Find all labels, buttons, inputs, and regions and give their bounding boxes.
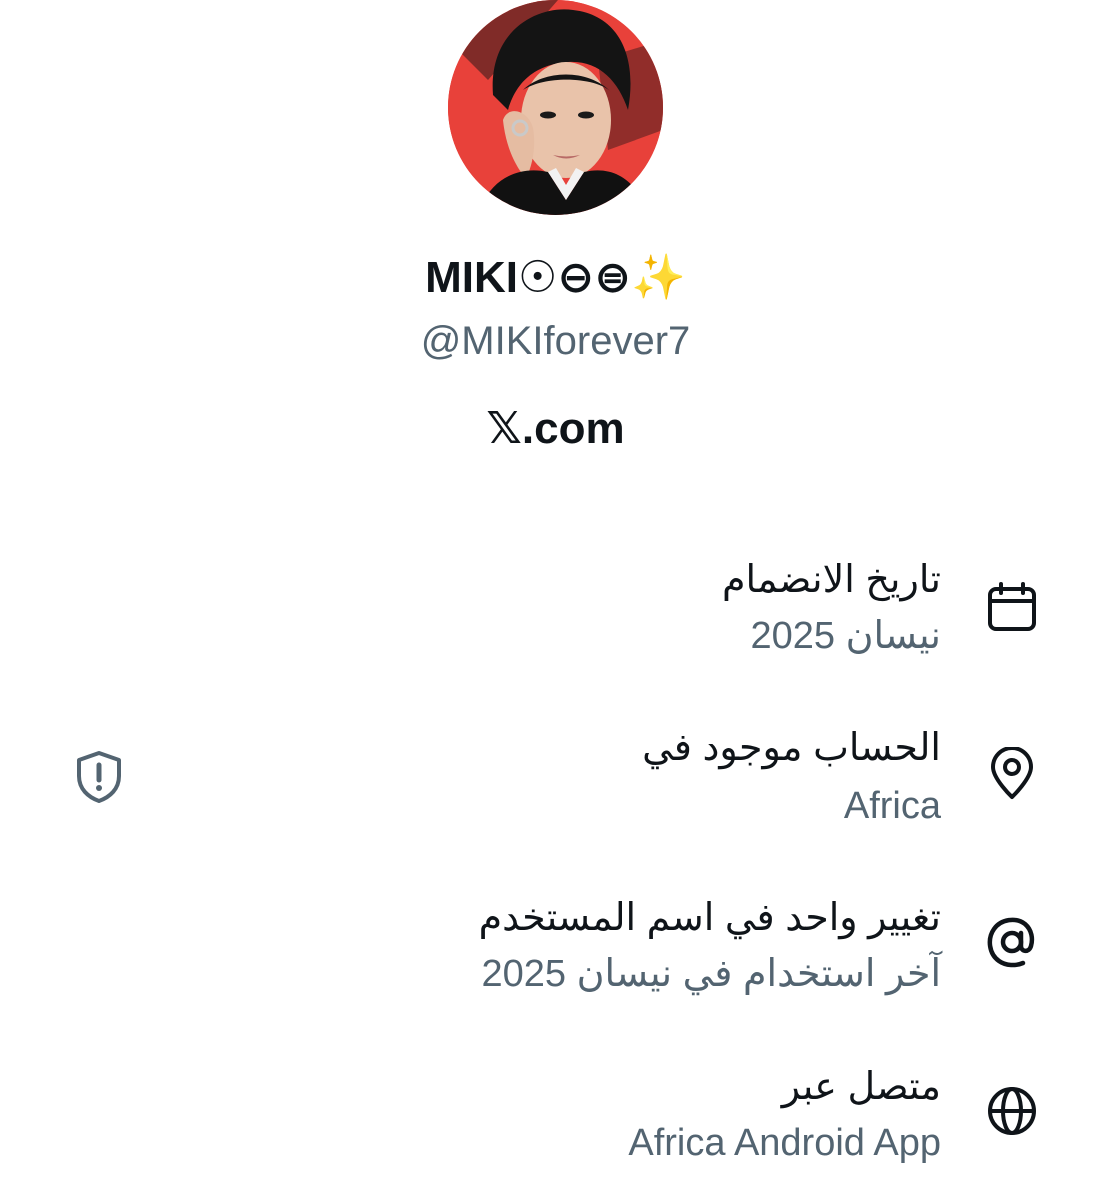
profile-avatar[interactable] xyxy=(448,0,663,215)
site-domain: 𝕏.com xyxy=(486,404,625,453)
location-label: الحساب موجود في xyxy=(642,727,941,769)
sparkles-emoji: ✨ xyxy=(631,253,686,302)
connected-via-value: Africa Android App xyxy=(628,1122,941,1164)
user-handle[interactable]: @MIKIforever7 xyxy=(0,316,1111,366)
joined-label: تاريخ الانضمام xyxy=(721,559,941,601)
about-row-location: الحساب موجود في Africa xyxy=(0,723,1111,853)
about-row-username-change: تغيير واحد في اسم المستخدم آخر استخدام ف… xyxy=(0,893,1111,1023)
display-name: MIKI☉⊖⊜✨ xyxy=(0,250,1111,306)
about-row-joined: تاريخ الانضمام نيسان 2025 xyxy=(0,555,1111,685)
display-name-text: MIKI☉⊖⊜ xyxy=(425,253,632,302)
about-row-connected-via: متصل عبر Africa Android App xyxy=(0,1062,1111,1192)
location-value: Africa xyxy=(843,785,941,827)
at-sign-icon xyxy=(987,917,1035,968)
globe-icon xyxy=(988,1087,1036,1135)
location-pin-icon xyxy=(991,747,1033,799)
avatar-image xyxy=(448,0,663,215)
connected-via-label: متصل عبر xyxy=(781,1066,941,1108)
shield-alert-icon[interactable] xyxy=(74,750,124,804)
calendar-icon xyxy=(988,582,1036,631)
username-change-value: آخر استخدام في نيسان 2025 xyxy=(481,953,941,995)
joined-value: نيسان 2025 xyxy=(750,615,941,657)
username-change-label: تغيير واحد في اسم المستخدم xyxy=(478,897,941,939)
